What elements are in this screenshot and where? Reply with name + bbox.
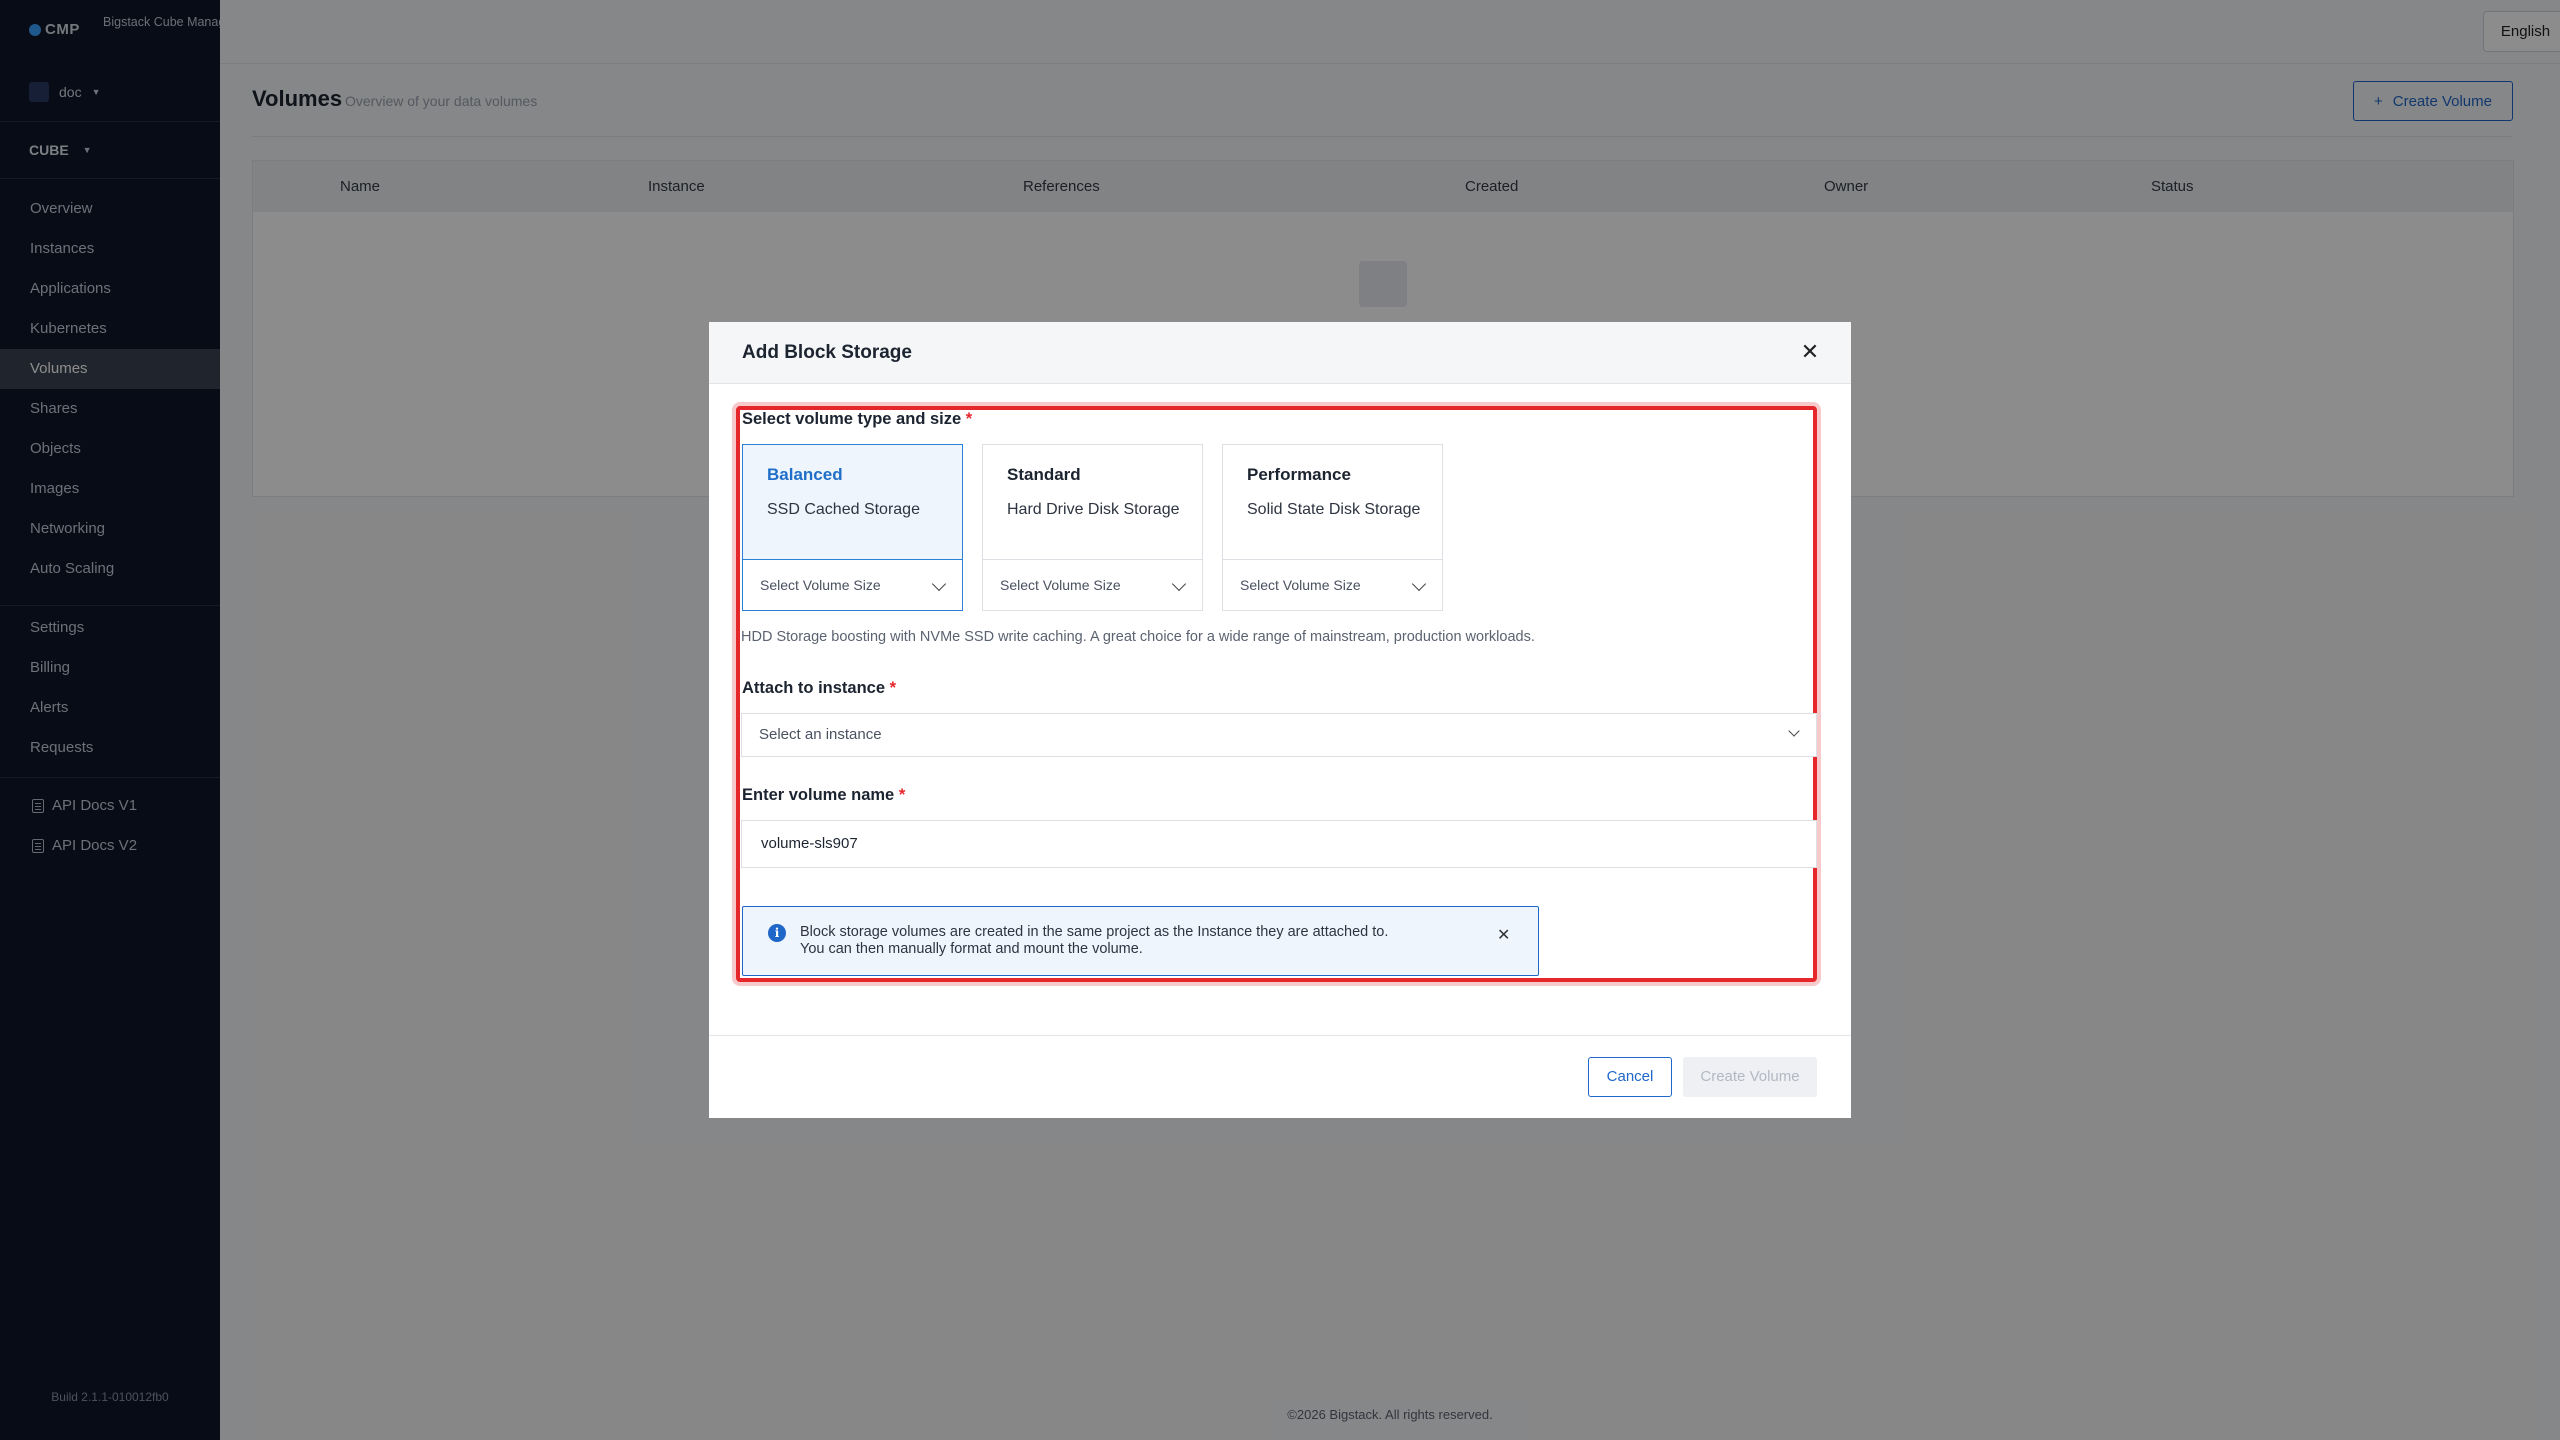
info-alert-text: Block storage volumes are created in the… (800, 924, 1388, 958)
divider (709, 1035, 1851, 1036)
volume-name-label: Enter volume name * (742, 786, 905, 805)
card-title: Balanced (767, 465, 843, 484)
volume-name-label-text: Enter volume name (742, 786, 895, 804)
info-icon: i (768, 924, 786, 942)
chevron-down-icon (1171, 576, 1187, 592)
instance-select[interactable]: Select an instance (741, 713, 1817, 757)
chevron-down-icon (1788, 725, 1800, 737)
volume-size-placeholder: Select Volume Size (760, 577, 881, 593)
volume-size-select[interactable]: Select Volume Size (742, 559, 963, 611)
close-icon[interactable]: ✕ (1497, 925, 1510, 945)
volume-type-card-standard[interactable]: Standard Hard Drive Disk Storage Select … (982, 444, 1203, 611)
required-mark: * (898, 786, 906, 804)
volume-name-input[interactable]: volume-sls907 (741, 820, 1817, 868)
volume-type-label-text: Select volume type and size (742, 410, 962, 428)
card-subtitle: SSD Cached Storage (767, 501, 920, 518)
instance-label-text: Attach to instance (742, 679, 886, 697)
required-mark: * (889, 679, 897, 697)
instance-placeholder: Select an instance (759, 726, 882, 743)
info-line-1: Block storage volumes are created in the… (800, 924, 1389, 940)
dialog-title: Add Block Storage (742, 342, 912, 363)
info-alert: i Block storage volumes are created in t… (742, 906, 1539, 976)
instance-label: Attach to instance * (742, 679, 896, 698)
chevron-down-icon (931, 576, 947, 592)
info-line-2: You can then manually format and mount t… (800, 941, 1143, 957)
required-mark: * (965, 410, 973, 428)
card-subtitle: Hard Drive Disk Storage (1007, 501, 1180, 518)
add-block-storage-dialog: Add Block Storage ✕ Select volume type a… (709, 322, 1851, 1118)
card-title: Standard (1007, 465, 1081, 484)
create-volume-submit-button[interactable]: Create Volume (1683, 1057, 1817, 1097)
cancel-button[interactable]: Cancel (1588, 1057, 1672, 1097)
volume-size-select[interactable]: Select Volume Size (1222, 559, 1443, 611)
volume-type-label: Select volume type and size * (742, 410, 972, 429)
volume-size-select[interactable]: Select Volume Size (982, 559, 1203, 611)
chevron-down-icon (1411, 576, 1427, 592)
volume-size-placeholder: Select Volume Size (1240, 577, 1361, 593)
volume-type-card-performance[interactable]: Performance Solid State Disk Storage Sel… (1222, 444, 1443, 611)
card-subtitle: Solid State Disk Storage (1247, 501, 1421, 518)
volume-type-card-balanced[interactable]: Balanced SSD Cached Storage Select Volum… (742, 444, 963, 611)
volume-size-placeholder: Select Volume Size (1000, 577, 1121, 593)
dialog-header: Add Block Storage ✕ (709, 322, 1851, 384)
close-icon[interactable]: ✕ (1795, 337, 1825, 367)
volume-type-help-text: HDD Storage boosting with NVMe SSD write… (741, 629, 1535, 645)
card-title: Performance (1247, 465, 1351, 484)
